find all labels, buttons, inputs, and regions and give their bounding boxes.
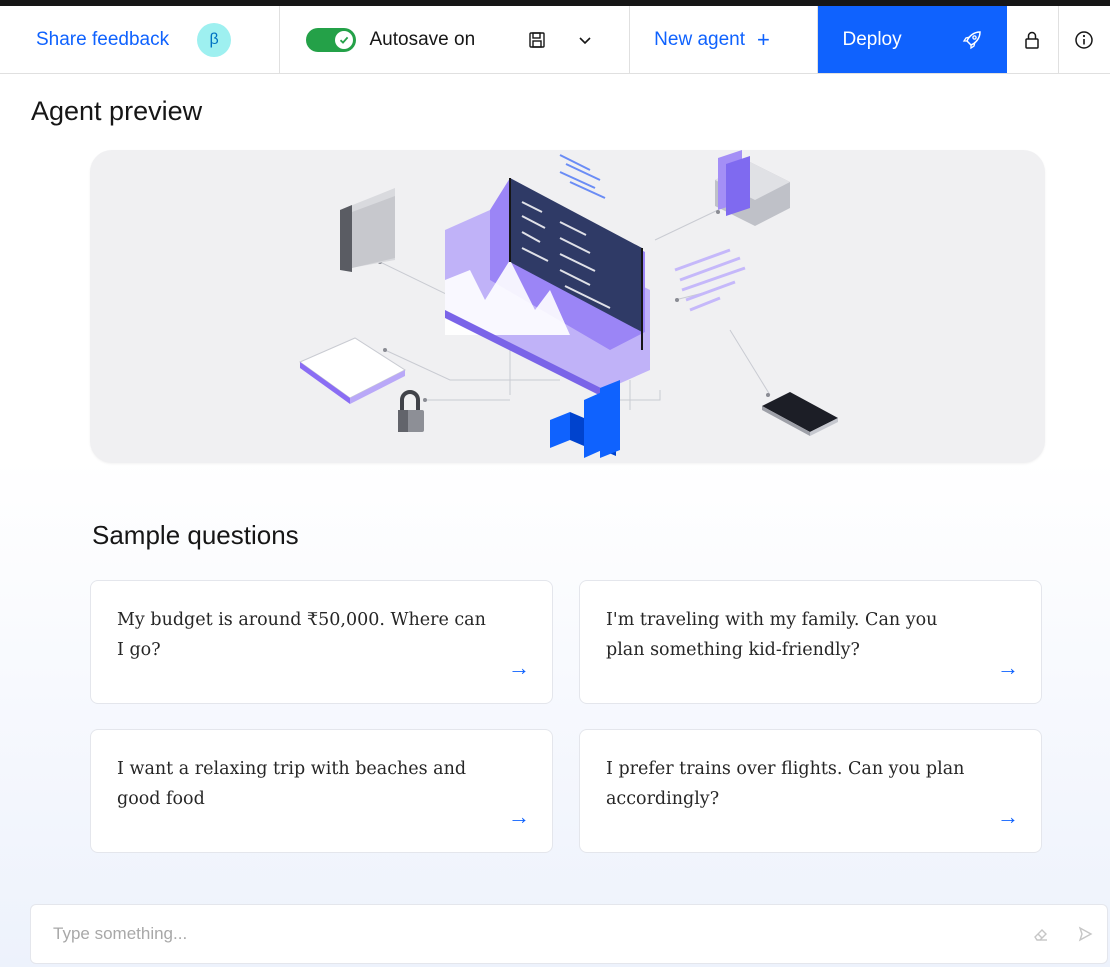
- sample-question-card[interactable]: My budget is around ₹50,000. Where can I…: [90, 580, 553, 704]
- eraser-icon: [1034, 929, 1047, 941]
- beta-badge: β: [197, 22, 232, 57]
- monitor-illustration: [445, 178, 650, 398]
- sample-question-card[interactable]: I prefer trains over flights. Can you pl…: [579, 729, 1042, 853]
- check-icon: [334, 30, 353, 49]
- save-button[interactable]: [519, 20, 555, 60]
- arrow-right-icon: →: [508, 804, 530, 829]
- book-icon: [298, 337, 407, 404]
- page-title: Agent preview: [31, 96, 203, 126]
- top-toolbar: Share feedback β Autosave on New agent +…: [0, 0, 1110, 74]
- deploy-label: Deploy: [842, 28, 902, 50]
- wave-lines: [559, 154, 606, 199]
- arrow-right-icon: →: [508, 655, 530, 680]
- lock-icon: [1025, 31, 1040, 49]
- hero-illustration: [90, 150, 1045, 463]
- sample-question-text: I'm traveling with my family. Can you pl…: [606, 610, 938, 660]
- padlock-icon: [398, 390, 424, 432]
- chat-input-bar: [30, 904, 1108, 964]
- analytics-illustration: [298, 150, 838, 458]
- feedback-section: Share feedback β: [0, 6, 280, 73]
- save-icon: [529, 31, 545, 48]
- autosave-toggle[interactable]: [305, 27, 356, 52]
- info-button[interactable]: [1059, 6, 1110, 73]
- new-agent-button[interactable]: New agent +: [630, 6, 819, 73]
- phone-icon: [762, 392, 838, 436]
- arrow-right-icon: →: [997, 655, 1019, 680]
- sample-question-text: I want a relaxing trip with beaches and …: [117, 759, 467, 809]
- autosave-section: Autosave on: [280, 6, 631, 73]
- autosave-label: Autosave on: [369, 28, 476, 50]
- sample-questions-title: Sample questions: [92, 520, 299, 550]
- bar-chart-illustration: [550, 380, 620, 458]
- folder-icon: [340, 188, 395, 272]
- chat-input[interactable]: [53, 924, 1019, 944]
- sample-question-card[interactable]: I'm traveling with my family. Can you pl…: [579, 580, 1042, 704]
- clear-button[interactable]: [1019, 925, 1063, 943]
- new-agent-label: New agent: [654, 28, 746, 50]
- send-icon: [1078, 926, 1093, 942]
- arrow-right-icon: →: [997, 804, 1019, 829]
- server-icon: [715, 150, 790, 226]
- data-lines: [674, 248, 746, 312]
- sample-question-card[interactable]: I want a relaxing trip with beaches and …: [90, 729, 553, 853]
- chevron-down-icon: [579, 36, 591, 44]
- share-feedback-link[interactable]: Share feedback: [36, 29, 169, 51]
- lock-button[interactable]: [1007, 6, 1059, 73]
- info-icon: [1075, 30, 1093, 49]
- rocket-icon: [962, 30, 981, 49]
- sample-question-text: My budget is around ₹50,000. Where can I…: [117, 610, 486, 660]
- save-options-dropdown[interactable]: [567, 20, 603, 60]
- sample-question-text: I prefer trains over flights. Can you pl…: [606, 759, 965, 809]
- plus-icon: +: [757, 26, 770, 52]
- deploy-button[interactable]: Deploy: [818, 6, 1008, 73]
- send-button[interactable]: [1063, 926, 1107, 942]
